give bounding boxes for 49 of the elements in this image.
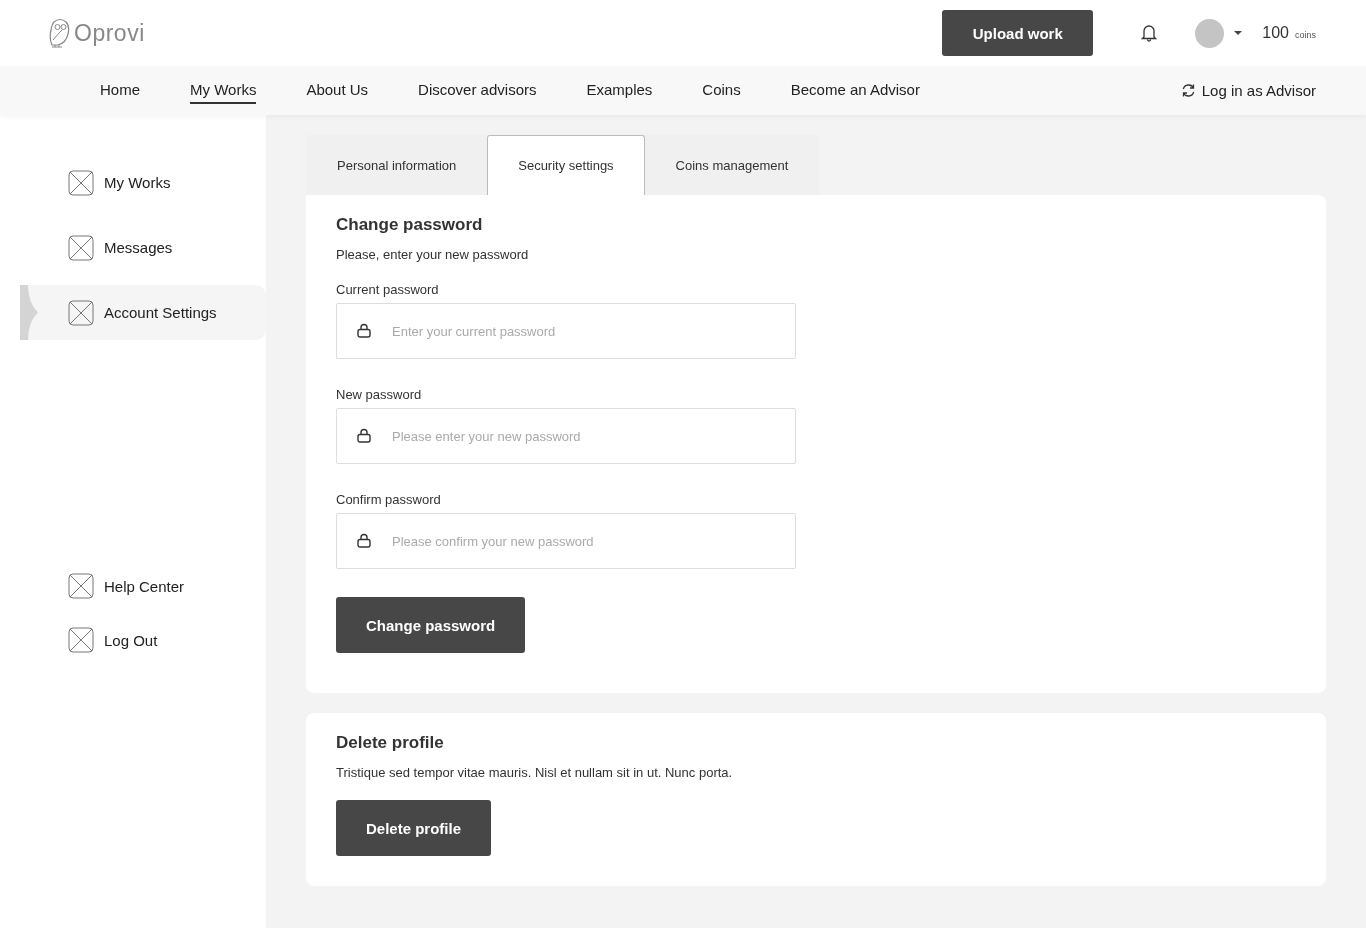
nav-link[interactable]: Examples <box>586 77 653 104</box>
nav-link[interactable]: Home <box>100 77 140 104</box>
notification-button[interactable] <box>1141 24 1158 42</box>
sidebar-item[interactable]: Account Settings <box>20 285 266 340</box>
nav-link[interactable]: Discover advisors <box>418 77 537 104</box>
lock-icon <box>357 323 371 338</box>
lock-icon <box>357 533 371 548</box>
section-text: Tristique sed tempor vitae mauris. Nisl et nullam sit in ut. Nunc porta. <box>336 765 734 780</box>
nav-link[interactable]: My Works <box>190 77 257 104</box>
bell-icon <box>1141 24 1158 42</box>
caret-icon[interactable] <box>1234 31 1243 35</box>
password-field[interactable]: Please confirm your new password <box>336 513 796 569</box>
placeholder-icon <box>68 234 94 261</box>
sidebar-item-label: Log Out <box>104 631 158 649</box>
password-field[interactable]: Enter your current password <box>336 303 796 359</box>
section-title: Delete profile <box>336 733 445 753</box>
placeholder-icon <box>68 627 94 653</box>
delete-profile-button[interactable]: Delete profile <box>336 800 492 856</box>
section-title: Change password <box>336 215 484 235</box>
selection-marker-icon <box>20 285 40 340</box>
sidebar-item-label: My Works <box>104 174 171 191</box>
sidebar-item-label: Messages <box>104 239 173 256</box>
owl-logo-icon <box>48 17 72 49</box>
logo-text: Oprovi <box>74 19 145 47</box>
lock-icon <box>357 428 371 443</box>
tab[interactable]: Security settings <box>487 135 645 195</box>
sidebar-item[interactable]: My Works <box>20 155 266 210</box>
sidebar-item-label: Help Center <box>104 577 185 595</box>
field-label: Confirm password <box>336 492 442 507</box>
sidebar-item-label: Account Settings <box>104 304 217 321</box>
field-label: Current password <box>336 282 440 297</box>
sidebar-item[interactable]: Log Out <box>20 623 266 657</box>
refresh-icon <box>1180 83 1196 98</box>
placeholder-icon <box>68 573 94 599</box>
nav-link[interactable]: Become an Advisor <box>790 77 920 104</box>
password-field[interactable]: Please enter your new password <box>336 408 796 464</box>
nav-link[interactable]: About Us <box>306 77 369 104</box>
nav-link[interactable]: Coins <box>702 77 741 104</box>
placeholder-icon <box>68 299 94 326</box>
field-label: New password <box>336 387 423 402</box>
upload-button[interactable]: Upload work <box>942 10 1094 56</box>
placeholder-icon <box>68 169 94 196</box>
change-password-button[interactable]: Change password <box>336 597 526 653</box>
coins-amount: 100 <box>1262 24 1289 42</box>
coins-unit: coins <box>1295 30 1316 40</box>
switch-role-link[interactable]: Log in as Advisor <box>1180 82 1316 99</box>
sidebar-item[interactable]: Help Center <box>20 569 266 603</box>
section-subtitle: Please, enter your new password <box>336 247 530 262</box>
sidebar-item[interactable]: Messages <box>20 220 266 275</box>
